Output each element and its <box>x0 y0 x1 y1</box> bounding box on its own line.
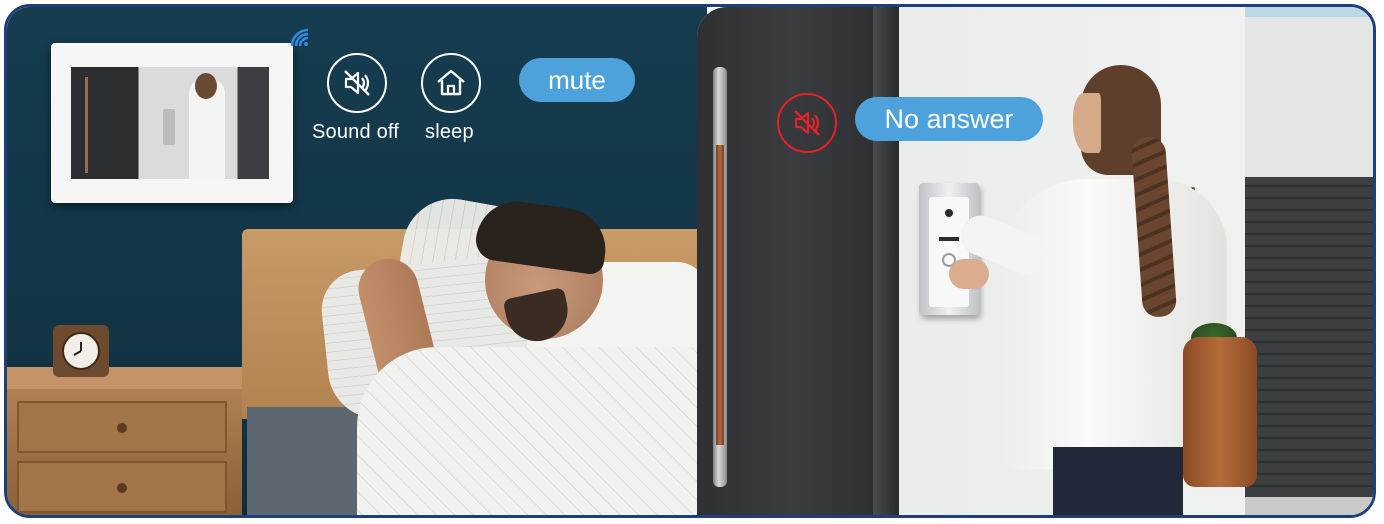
front-door <box>697 7 893 515</box>
sleep-button <box>421 53 481 113</box>
clock-face <box>62 332 100 370</box>
door-handle <box>713 67 727 487</box>
speaker-muted-icon <box>344 70 370 96</box>
doorbell-camera <box>945 209 953 217</box>
front-door-scene <box>697 7 1373 515</box>
sound-off-label: Sound off <box>312 121 400 143</box>
visitor-face <box>1073 93 1101 153</box>
neighbor-wall <box>1245 17 1373 177</box>
mute-badge: mute <box>519 58 635 102</box>
visitor-pants <box>1053 447 1183 515</box>
nightstand <box>7 367 242 515</box>
no-answer-badge: No answer <box>855 97 1043 141</box>
garage-door <box>1245 177 1373 497</box>
sleep-label: sleep <box>425 121 474 143</box>
home-icon <box>437 69 465 96</box>
wifi-icon <box>290 28 309 47</box>
speaker-muted-icon <box>794 110 820 136</box>
handbag <box>1183 337 1257 487</box>
blanket <box>357 347 717 515</box>
no-answer-icon-circle <box>777 93 837 153</box>
bedroom-scene: Sound off sleep mute <box>7 7 717 515</box>
sound-off-button <box>327 53 387 113</box>
door-frame <box>873 7 899 515</box>
indoor-monitor <box>51 43 293 203</box>
banner-frame: Sound off sleep mute No answer <box>4 4 1376 518</box>
monitor-screen <box>71 67 269 179</box>
alarm-clock <box>53 325 109 377</box>
mini-doorbell <box>163 109 175 145</box>
visitor-hand <box>949 259 989 289</box>
